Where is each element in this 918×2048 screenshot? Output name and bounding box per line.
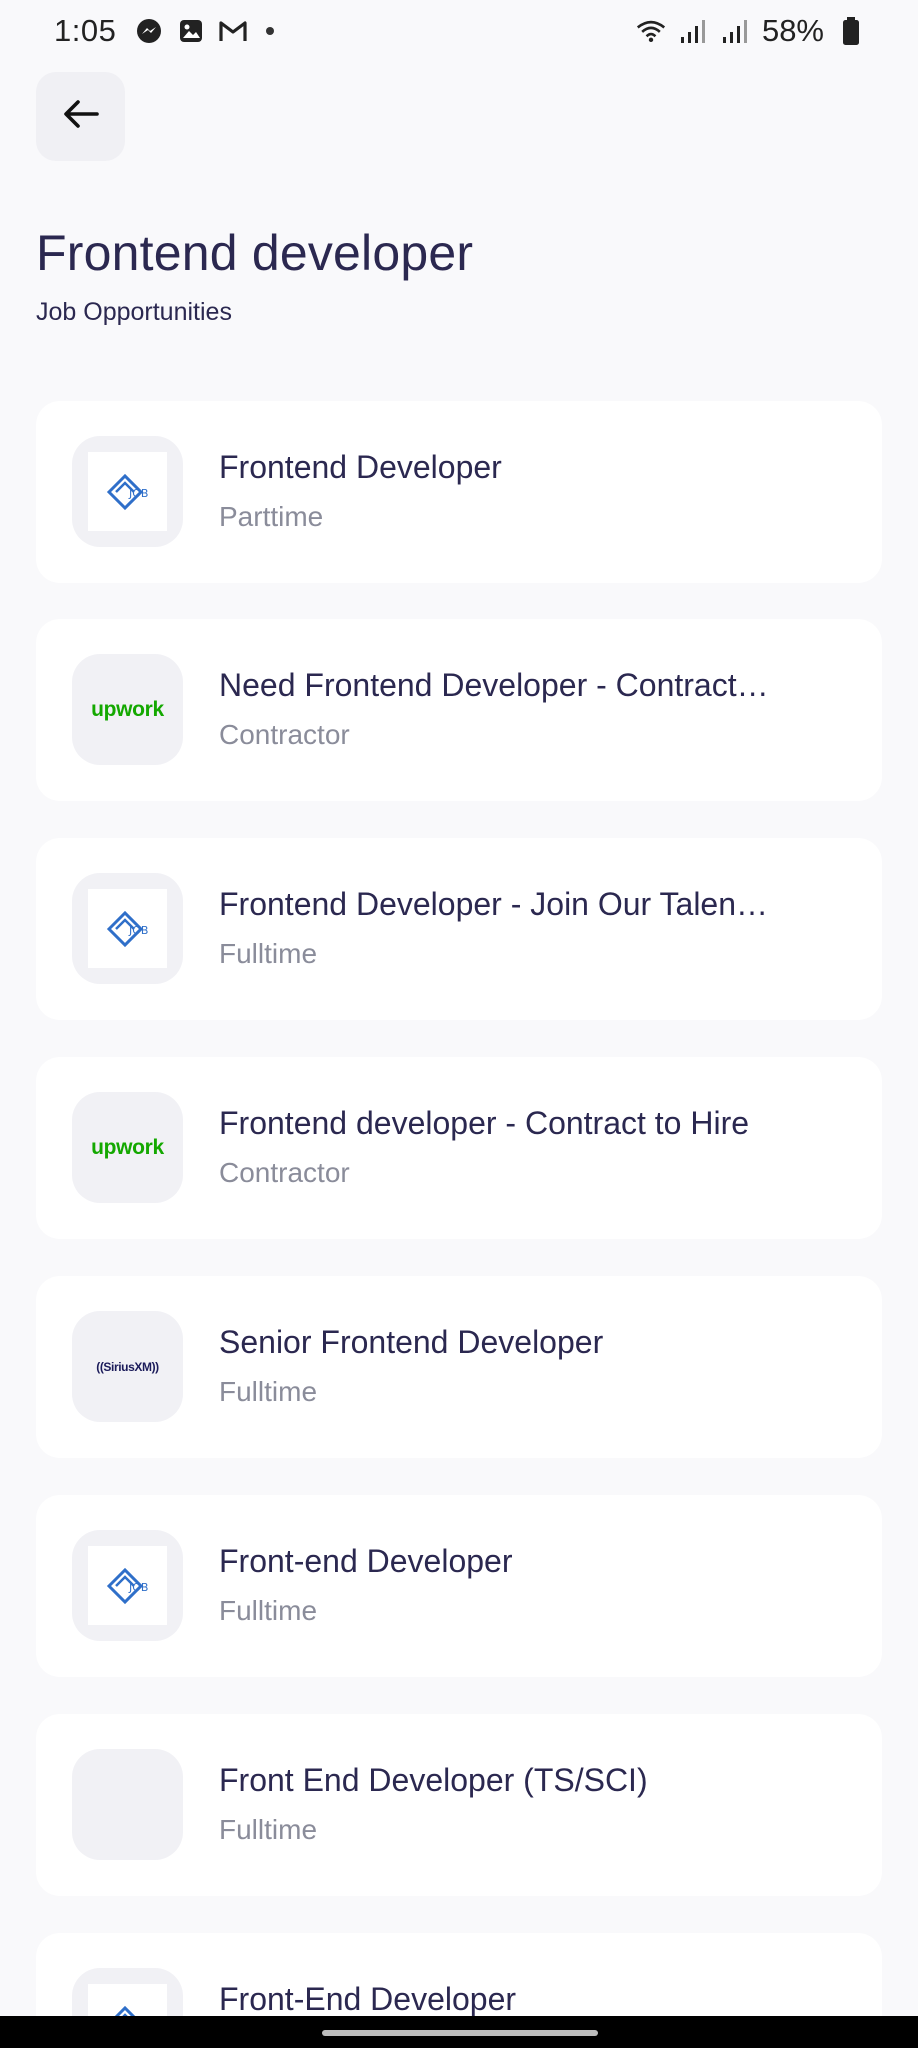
job-title: Senior Frontend Developer [219,1324,604,1360]
upwork-logo: upwork [91,697,164,721]
job-type: Contractor [219,1157,350,1188]
svg-text:JOB: JOB [128,924,148,937]
status-bar: 1:05 58% [0,0,918,62]
battery-percent: 58% [761,13,824,48]
job-card[interactable]: JOB Frontend Developer Parttime [36,401,882,583]
job-title: Front End Developer (TS/SCI) [219,1762,648,1798]
job-type: Contractor [219,719,350,750]
job-card[interactable]: JOB Front-end Developer Fulltime [36,1495,882,1677]
home-gesture-handle[interactable] [322,2030,598,2036]
back-button[interactable] [36,72,125,161]
job-logo-icon: JOB [106,910,148,947]
status-right: 58% [636,13,866,49]
status-left: 1:05 [54,13,275,49]
job-type: Fulltime [219,1814,318,1845]
arrow-left-icon [61,98,101,135]
job-title: Front-End Developer [219,1981,517,2017]
page-title: Frontend developer [36,225,474,281]
gallery-icon [176,16,206,46]
page-subtitle: Job Opportunities [36,298,232,326]
notification-dot-icon [266,27,275,35]
gmail-icon [218,16,248,46]
job-type: Fulltime [219,1376,318,1407]
job-type: Parttime [219,501,324,532]
job-card[interactable]: upwork Need Frontend Developer - Contrac… [36,619,882,801]
siriusxm-logo: ((SiriusXM)) [96,1359,159,1374]
company-logo: upwork [72,1092,183,1203]
job-title: Front-end Developer [219,1543,513,1579]
company-logo: JOB [72,436,183,547]
company-logo: JOB [72,873,183,984]
svg-text:JOB: JOB [128,1581,148,1594]
job-card[interactable]: JOB Frontend Developer - Join Our Talen…… [36,838,882,1020]
job-title: Frontend Developer - Join Our Talen… [219,886,769,922]
navigation-bar [0,2016,918,2048]
company-logo: JOB [72,1530,183,1641]
job-title: Frontend developer - Contract to Hire [219,1105,750,1141]
svg-text:JOB: JOB [128,487,148,500]
job-title: Need Frontend Developer - Contract… [219,667,769,703]
wifi-icon [636,16,666,46]
company-logo-placeholder [72,1749,183,1860]
job-logo-icon: JOB [106,1567,148,1604]
job-logo-icon: JOB [106,473,148,510]
job-card[interactable]: upwork Frontend developer - Contract to … [36,1057,882,1239]
job-type: Fulltime [219,1595,318,1626]
job-card[interactable]: ((SiriusXM)) Senior Frontend Developer F… [36,1276,882,1458]
job-card[interactable]: Front End Developer (TS/SCI) Fulltime [36,1714,882,1896]
job-type: Fulltime [219,938,318,969]
battery-icon [836,16,866,46]
screen: 1:05 58% Frontend developer Job Opportun… [0,0,918,2048]
status-time: 1:05 [54,13,117,48]
job-title: Frontend Developer [219,449,502,485]
signal-icon [678,16,708,46]
company-logo: ((SiriusXM)) [72,1311,183,1422]
upwork-logo: upwork [91,1135,164,1159]
messenger-icon [134,16,164,46]
signal-icon [720,16,750,46]
company-logo: upwork [72,654,183,765]
